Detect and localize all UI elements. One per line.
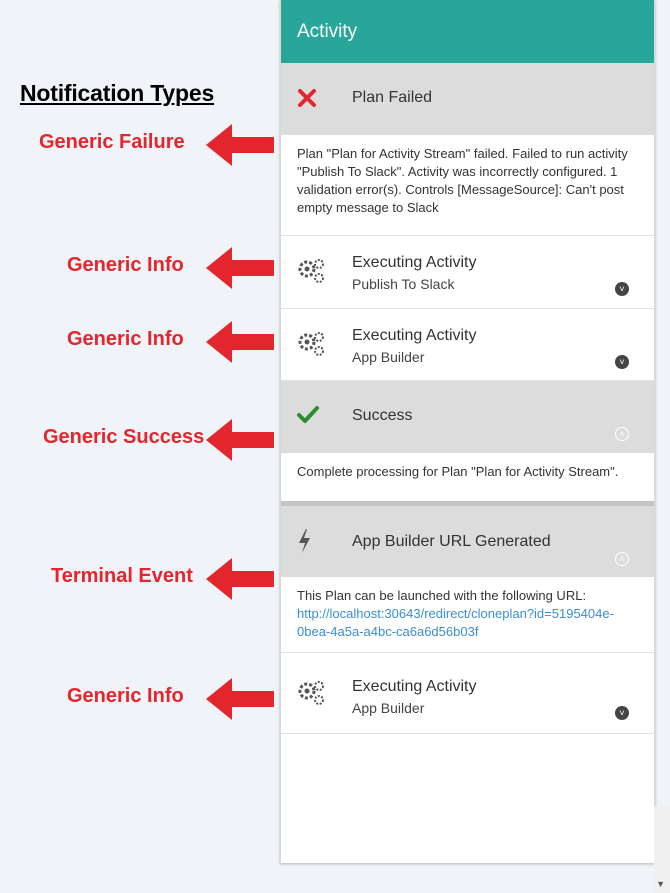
notification-body: This Plan can be launched with the follo… [281,577,654,653]
notification-subtitle: App Builder [352,700,425,716]
lightning-icon [299,529,310,553]
close-icon [298,89,316,107]
notification-title: Executing Activity [352,678,477,695]
annotation-generic-info-3: Generic Info [67,685,184,707]
notification-body-text: This Plan can be launched with the follo… [297,588,587,603]
arrow-icon [206,419,274,461]
arrow-icon [206,678,274,720]
notification-subtitle: App Builder [352,349,425,365]
notification-body: Complete processing for Plan "Plan for A… [281,453,654,501]
notification-body-text: Plan "Plan for Activity Stream" failed. … [297,146,628,215]
notification-executing-activity[interactable]: Executing Activity Publish To Slack ˅ [281,236,654,309]
notification-title: App Builder URL Generated [352,533,551,550]
arrow-icon [206,558,274,600]
annotation-generic-info-1: Generic Info [67,254,184,276]
scroll-down-icon[interactable]: ▼ [656,879,665,889]
gears-icon [298,681,324,705]
scrollbar[interactable]: ▼ [654,806,670,893]
notification-subtitle: Publish To Slack [352,276,455,292]
notification-terminal-event[interactable]: App Builder URL Generated ˄ [281,506,654,577]
chevron-down-icon[interactable]: ˅ [615,282,629,296]
notification-executing-activity[interactable]: Executing Activity App Builder ˅ [281,653,654,734]
arrow-icon [206,124,274,166]
check-icon [297,406,319,423]
chevron-down-icon[interactable]: ˅ [615,706,629,720]
chevron-up-icon[interactable]: ˄ [615,427,629,441]
notification-success[interactable]: Success ˄ [281,381,654,453]
plan-url-link[interactable]: http://localhost:30643/redirect/clonepla… [281,605,654,641]
notification-body: Plan "Plan for Activity Stream" failed. … [281,135,654,236]
annotation-generic-failure: Generic Failure [39,131,185,153]
chevron-down-icon[interactable]: ˅ [615,355,629,369]
notification-title: Plan Failed [352,89,433,106]
notification-types-title: Notification Types [20,80,215,106]
annotation-terminal-event: Terminal Event [51,565,193,587]
annotation-generic-info-2: Generic Info [67,328,184,350]
chevron-up-icon[interactable]: ˄ [615,552,629,566]
notification-title: Executing Activity [352,327,477,344]
activity-panel: Activity Plan Failed ˄ Plan "Plan for Ac… [280,0,655,863]
arrow-icon [206,321,274,363]
panel-header: Activity [281,0,654,63]
notification-executing-activity[interactable]: Executing Activity App Builder ˅ [281,309,654,381]
notification-title: Success [352,407,413,424]
notification-title: Executing Activity [352,254,477,271]
annotation-generic-success: Generic Success [43,426,205,448]
notification-body-text: Complete processing for Plan "Plan for A… [297,464,619,479]
arrow-icon [206,247,274,289]
notification-plan-failed[interactable]: Plan Failed ˄ [281,63,654,186]
gears-icon [298,259,324,283]
gears-icon [298,332,324,356]
